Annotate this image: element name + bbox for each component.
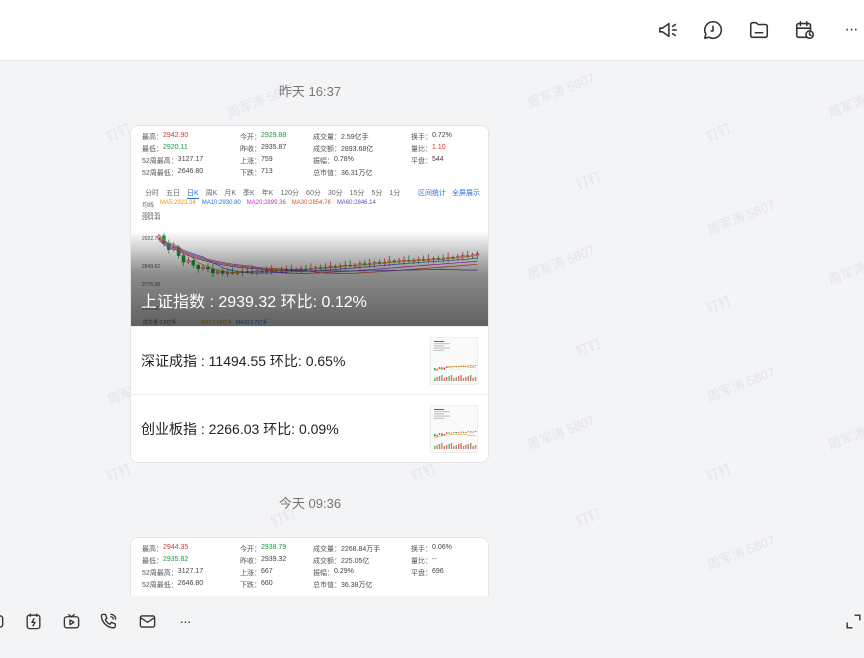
- stock-chart-image[interactable]: 最高： 2942.90 今开： 2929.88 成交量： 2.59亿手 换手： 0.72…: [131, 126, 488, 326]
- watermark-app: 钉钉: [703, 460, 734, 485]
- stock-stats: 最高： 2942.90 今开： 2929.88 成交量： 2.59亿手 换手： 0.72…: [142, 132, 452, 177]
- chart-links: 区间统计 全屏展示: [418, 188, 480, 199]
- watermark-app: 钉钉: [703, 292, 734, 317]
- price-label: 2954.44: [142, 216, 160, 222]
- more-icon[interactable]: ···: [174, 610, 196, 632]
- mail-icon[interactable]: [136, 610, 158, 632]
- tab-period[interactable]: 1分: [389, 188, 400, 199]
- list-item-text: 深证成指 : 11494.55 环比: 0.65%: [141, 352, 346, 369]
- watermark: 周军涛 5807: [705, 197, 778, 238]
- tab-period[interactable]: 30分: [328, 188, 343, 199]
- tab-period[interactable]: 5分: [371, 188, 382, 199]
- chart-link[interactable]: 区间统计: [418, 188, 446, 199]
- watermark-app: 钉钉: [103, 460, 134, 485]
- watermark-app: 钉钉: [103, 120, 134, 145]
- expand-icon[interactable]: [842, 610, 864, 632]
- chart-link[interactable]: 全屏展示: [452, 188, 480, 199]
- stock-stats: 最高： 2944.35 今开： 2938.79 成交量： 2268.84万手 换手： 0…: [142, 544, 452, 589]
- list-item[interactable]: 创业板指 : 2266.03 环比: 0.09%: [131, 394, 488, 462]
- watermark: 周军涛 5807: [826, 80, 864, 121]
- time-divider: 昨天 16:37: [278, 84, 342, 99]
- tab-period[interactable]: 分时: [145, 188, 159, 199]
- stock-chart-image[interactable]: 最高： 2944.35 今开： 2938.79 成交量： 2268.84万手 换手： 0…: [131, 538, 488, 596]
- period-tabs: 分时 五日 日K 周K 月K 季K 年K 120分 60分 30分 15分 5分 1分 区间统计 全屏展示: [145, 188, 480, 199]
- time-divider: 今天 09:36: [278, 496, 342, 511]
- watermark: 周军涛 5807: [705, 532, 778, 573]
- watermark: 周军涛 5807: [826, 247, 864, 288]
- watermark: 周军涛 5807: [525, 242, 598, 283]
- watermark: 周军涛 5807: [705, 364, 778, 405]
- top-toolbar: ···: [0, 0, 864, 61]
- list-item[interactable]: 深证成指 : 11494.55 环比: 0.65%: [131, 326, 488, 394]
- video-icon[interactable]: [60, 610, 82, 632]
- more-icon[interactable]: ···: [838, 17, 864, 43]
- input-toolbar: ···: [0, 596, 864, 658]
- tab-period[interactable]: 日K: [187, 188, 199, 199]
- watermark-app: 钉钉: [573, 335, 604, 360]
- tab-period[interactable]: 15分: [350, 188, 365, 199]
- list-item-text: 创业板指 : 2266.03 环比: 0.09%: [141, 420, 339, 437]
- phone-icon[interactable]: [97, 610, 119, 632]
- calendar-clock-icon[interactable]: [792, 17, 818, 43]
- stock-card[interactable]: 最高： 2942.90 今开： 2929.88 成交量： 2.59亿手 换手： 0.72…: [130, 125, 489, 463]
- tab-period[interactable]: 60分: [306, 188, 321, 199]
- partial-icon[interactable]: [0, 610, 10, 632]
- watermark-app: 钉钉: [703, 120, 734, 145]
- thumbnail-image: [430, 405, 478, 453]
- chat-area: 周军涛 5807 周军涛 5807 周军涛 5807 钉钉 钉钉 周军涛 580…: [0, 62, 864, 596]
- tab-period[interactable]: 年K: [262, 188, 274, 199]
- lightning-doc-icon[interactable]: [22, 610, 44, 632]
- megaphone-icon[interactable]: [655, 17, 681, 43]
- tab-period[interactable]: 120分: [280, 188, 299, 199]
- watermark: 周军涛 5807: [826, 412, 864, 453]
- watermark-app: 钉钉: [573, 168, 604, 193]
- folder-icon[interactable]: [746, 17, 772, 43]
- card-title: 上证指数 : 2939.32 环比: 0.12%: [141, 294, 367, 311]
- thumbnail-image: [430, 337, 478, 385]
- chat-bubble-icon[interactable]: [700, 17, 726, 43]
- tab-period[interactable]: 五日: [166, 188, 180, 199]
- tab-period[interactable]: 月K: [224, 188, 236, 199]
- watermark: 周军涛 5807: [525, 412, 598, 453]
- stock-card[interactable]: 最高： 2944.35 今开： 2938.79 成交量： 2268.84万手 换手： 0…: [130, 537, 489, 596]
- tab-period[interactable]: 季K: [243, 188, 255, 199]
- tab-period[interactable]: 周K: [206, 188, 218, 199]
